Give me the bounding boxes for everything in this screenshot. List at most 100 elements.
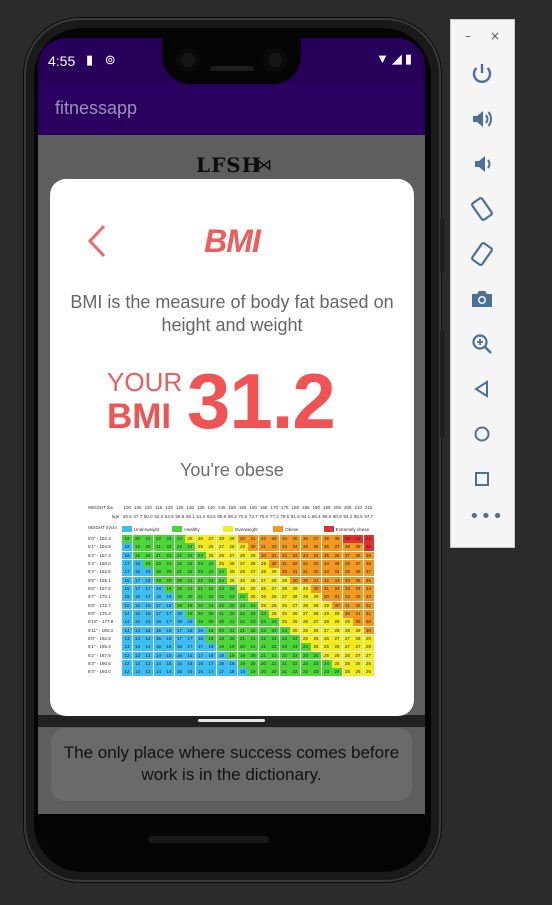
bmi-cell: 20	[248, 659, 258, 668]
close-button[interactable]: ×	[490, 29, 500, 43]
bmi-cell: 19	[174, 593, 185, 601]
weight-kgs-cell: 45.5	[122, 514, 132, 519]
legend-swatch	[222, 526, 233, 532]
bmi-cell: 18	[132, 568, 143, 576]
bmi-cell: 35	[300, 543, 311, 552]
volume-up-icon[interactable]	[468, 105, 496, 133]
bmi-cell: 25	[321, 643, 332, 651]
bmi-cell: 17	[153, 601, 164, 610]
weight-lbs-cell: 145	[217, 505, 226, 510]
bmi-cell: 25	[206, 551, 216, 560]
overview-icon[interactable]	[468, 465, 496, 493]
camera-icon[interactable]	[468, 285, 496, 313]
nav-strip	[38, 715, 425, 727]
power-icon[interactable]	[468, 60, 496, 88]
bmi-cell: 25	[195, 543, 206, 552]
bmi-cell: 15	[132, 618, 143, 626]
weight-kgs-cell: 63.6	[206, 514, 216, 519]
back-icon[interactable]	[468, 375, 496, 403]
home-icon[interactable]	[468, 420, 496, 448]
bmi-cell: 19	[237, 651, 248, 660]
more-options-button[interactable]: •••	[469, 508, 504, 526]
bmi-cell: 23	[290, 643, 300, 651]
zoom-icon[interactable]	[468, 330, 496, 358]
height-row-label: 6'3" - 190.5	[88, 660, 111, 666]
bmi-cell: 26	[206, 543, 216, 552]
bmi-cell: 15	[143, 618, 153, 626]
bmi-cell: 24	[300, 643, 311, 651]
bmi-cell: 25	[227, 568, 237, 576]
bmi-cell: 26	[321, 634, 332, 643]
bmi-cell: 21	[195, 593, 206, 601]
bmi-cell: 25	[258, 601, 269, 610]
legend-item: Underweight	[122, 525, 172, 533]
bmi-cell: 29	[258, 559, 269, 568]
bmi-cell: 21	[185, 584, 195, 593]
bmi-cell: 33	[353, 593, 363, 601]
bottom-speaker	[148, 836, 269, 843]
bmi-heading: BMI	[204, 223, 261, 259]
bmi-cell: 16	[143, 609, 153, 618]
bmi-cell: 31	[332, 593, 342, 601]
height-row-label: 5'7" - 170.1	[88, 594, 111, 600]
bmi-cell: 15	[132, 609, 143, 618]
bmi-cell: 20	[164, 576, 174, 585]
bmi-cell: 22	[227, 601, 237, 610]
weight-lbs-cell: 200	[333, 505, 341, 510]
weight-lbs-cell: 110	[144, 505, 152, 510]
kgs-label: kgs	[111, 514, 119, 519]
legend-item: Healthy	[172, 525, 222, 533]
weight-lbs-header: WEIGHT lbs 100 105 110 115 120 125 130 135 140 14…	[88, 505, 374, 513]
volume-down-icon[interactable]	[468, 150, 496, 178]
bmi-cell: 15	[153, 634, 164, 643]
bmi-cell: 37	[311, 535, 321, 543]
bmi-cell: 18	[174, 618, 185, 626]
bmi-cell: 27	[258, 576, 269, 585]
weight-lbs-cell: 130	[186, 505, 194, 510]
bmi-cell: 29	[279, 576, 290, 585]
bmi-cell: 20	[185, 593, 195, 601]
weight-lbs-cell: 135	[196, 505, 205, 510]
bmi-cell: 18	[185, 618, 195, 626]
minimize-button[interactable]: –	[465, 29, 471, 43]
rotate-left-icon[interactable]	[468, 195, 496, 223]
bmi-cell: 22	[174, 559, 185, 568]
legend-label: Healthy	[184, 526, 200, 532]
bmi-cell: 16	[132, 593, 143, 601]
bmi-cell: 27	[269, 584, 279, 593]
bmi-cell: 22	[227, 609, 237, 618]
bmi-cell: 31	[300, 568, 311, 576]
weight-lbs-cell: 205	[343, 505, 352, 510]
phone-side-button-top	[440, 218, 445, 273]
your-label: YOUR	[107, 367, 183, 397]
bmi-table-row: 5'2" - 157.4 18 19 20 21 22 22 23 24 25 26 27 28 29 30…	[88, 551, 374, 560]
bmi-cell: 25	[342, 668, 353, 676]
bmi-table-row: 6'1" - 185.4 13 13 14 15 15 16 17 17 18 19 19 20 21 21…	[88, 643, 374, 651]
bmi-cell: 20	[195, 609, 206, 618]
home-gesture-handle[interactable]	[198, 719, 265, 722]
bmi-cell: 14	[122, 626, 132, 635]
bmi-cell: 26	[237, 568, 248, 576]
bmi-cell: 24	[332, 668, 342, 676]
bmi-cell: 21	[153, 543, 164, 552]
weight-kgs-cell: 93.2	[343, 514, 353, 519]
bmi-cell: 23	[311, 668, 321, 676]
bmi-cell: 20	[269, 668, 279, 676]
bmi-cell: 27	[216, 543, 227, 552]
bmi-cell: 28	[332, 618, 342, 626]
bmi-cell: 23	[164, 535, 174, 543]
bmi-cell: 24	[237, 593, 248, 601]
bmi-cell: 16	[164, 626, 174, 635]
bmi-table-row: 5'5" - 165.1 16 17 18 19 20 20 21 22 23 24 25 25 26 27…	[88, 576, 374, 585]
bmi-cell: 29	[269, 568, 279, 576]
bmi-cell: 29	[311, 593, 321, 601]
bmi-cell: 24	[248, 601, 258, 610]
rotate-right-icon[interactable]	[468, 240, 496, 268]
bmi-status: You're obese	[180, 460, 284, 480]
bmi-cell: 29	[237, 543, 248, 552]
bmi-cell: 31	[248, 535, 258, 543]
bmi-cell: 23	[174, 543, 185, 552]
bmi-cell: 19	[185, 609, 195, 618]
bmi-cell: 31	[353, 609, 363, 618]
bmi-cell: 12	[122, 659, 132, 668]
